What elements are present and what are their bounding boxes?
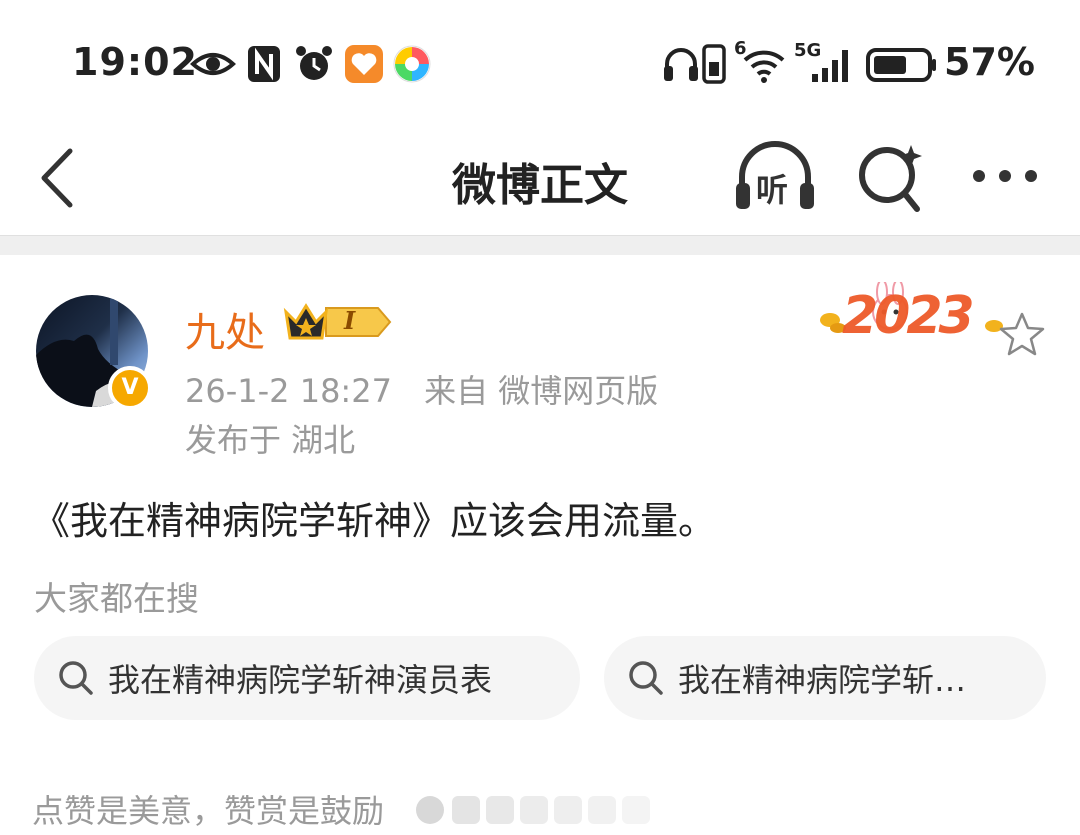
year-sticker: 2023 bbox=[818, 279, 1006, 350]
hot-search-label: 大家都在搜 bbox=[34, 579, 199, 618]
hot-search-text: 我在精神病院学斩神演员表 bbox=[108, 661, 493, 699]
listen-label: 听 bbox=[756, 171, 789, 209]
level-label: I bbox=[344, 306, 356, 335]
hot-search-text: 我在精神病院学斩… bbox=[678, 661, 967, 699]
battery-icon bbox=[866, 48, 936, 82]
colorful-app-icon bbox=[393, 45, 431, 83]
search-icon bbox=[59, 661, 93, 695]
post-meta: 26-1-2 18:27 来自 微博网页版 bbox=[185, 366, 680, 412]
nav-bar: 微博正文 听 bbox=[0, 125, 1080, 235]
alarm-icon bbox=[296, 46, 332, 80]
supporter-avatars-strip bbox=[416, 796, 650, 824]
post-text: 《我在精神病院学斩神》应该会用流量。 bbox=[32, 499, 717, 543]
search-button[interactable] bbox=[855, 139, 927, 217]
signal-icon bbox=[812, 50, 848, 82]
wifi-icon bbox=[743, 50, 785, 83]
hot-search-chip[interactable]: 我在精神病院学斩神演员表 bbox=[34, 636, 580, 720]
section-divider bbox=[0, 235, 1080, 255]
heart-app-icon bbox=[345, 45, 383, 83]
headphones-icon bbox=[664, 48, 698, 81]
favorite-star-button[interactable] bbox=[998, 310, 1046, 358]
eye-icon bbox=[190, 53, 236, 75]
author-name[interactable]: 九处 bbox=[185, 300, 265, 358]
post-location: 发布于 湖北 bbox=[185, 421, 356, 459]
member-level-badge[interactable]: I bbox=[282, 300, 394, 344]
more-button[interactable] bbox=[965, 151, 1045, 201]
crown-icon bbox=[283, 303, 392, 340]
hot-search-chip[interactable]: 我在精神病院学斩… bbox=[604, 636, 1046, 720]
status-time: 19:02 bbox=[72, 40, 198, 84]
verified-badge-icon: V bbox=[108, 366, 152, 410]
sticker-year: 2023 bbox=[842, 286, 975, 346]
listen-button[interactable]: 听 bbox=[732, 137, 818, 217]
phone-icon bbox=[702, 44, 726, 84]
search-icon bbox=[629, 661, 663, 695]
reward-hint: 点赞是美意，赞赏是鼓励 bbox=[32, 792, 385, 830]
status-bar: 19:02 6 5G 57% bbox=[0, 0, 1080, 125]
nfc-icon bbox=[248, 46, 280, 82]
post-source: 来自 微博网页版 bbox=[424, 372, 659, 410]
battery-percent: 57% bbox=[944, 40, 1035, 84]
post-time: 26-1-2 18:27 bbox=[185, 372, 392, 410]
